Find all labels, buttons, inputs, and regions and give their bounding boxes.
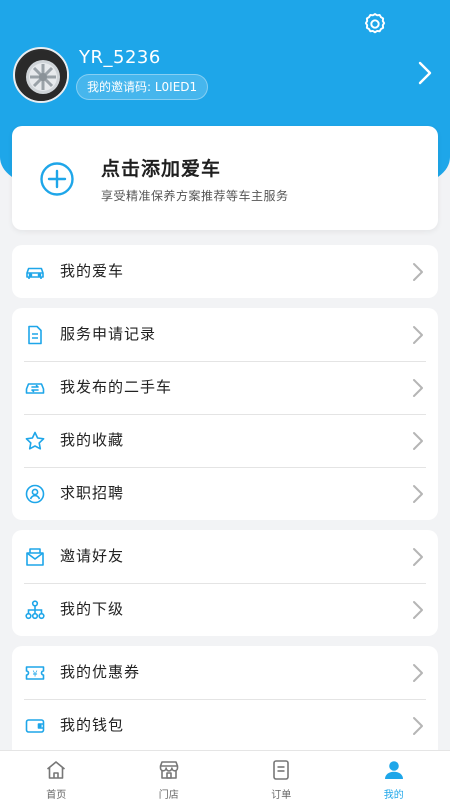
invite-code-badge[interactable]: 我的邀请码: L0IED1 — [76, 74, 209, 100]
menu-group-finance: ¥ 我的优惠券 我的钱包 — [12, 646, 438, 750]
orders-icon — [273, 760, 290, 780]
menu-item-label: 我的钱包 — [60, 716, 125, 734]
username: YR_5236 — [79, 47, 161, 68]
settings-gear-icon[interactable] — [362, 11, 388, 37]
menu-item-invite-friends[interactable]: 邀请好友 — [12, 530, 438, 583]
avatar[interactable] — [13, 47, 69, 103]
menu-item-label: 我发布的二手车 — [60, 378, 173, 396]
menu-item-label: 我的收藏 — [60, 431, 125, 449]
chevron-right-icon — [413, 263, 423, 281]
svg-text:¥: ¥ — [32, 670, 37, 679]
menu-item-coupons[interactable]: ¥ 我的优惠券 — [12, 646, 438, 699]
store-icon — [159, 761, 179, 779]
chevron-right-icon — [413, 379, 423, 397]
tab-label: 首页 — [46, 790, 67, 800]
chevron-right-icon — [413, 548, 423, 566]
menu-item-label: 求职招聘 — [60, 484, 125, 502]
menu-group-car: 我的爱车 — [12, 245, 438, 298]
chevron-right-icon — [413, 326, 423, 344]
used-car-icon — [25, 383, 45, 394]
menu-group-friends: 邀请好友 我的下级 — [12, 530, 438, 636]
menu-item-jobs[interactable]: 求职招聘 — [12, 467, 438, 520]
menu-item-label: 邀请好友 — [60, 547, 125, 565]
menu-item-used-car[interactable]: 我发布的二手车 — [12, 361, 438, 414]
car-icon — [26, 267, 44, 279]
tab-label: 门店 — [158, 790, 179, 800]
mail-icon — [26, 548, 44, 566]
tab-home[interactable]: 首页 — [0, 751, 113, 800]
tab-orders[interactable]: 订单 — [225, 751, 338, 800]
tab-profile[interactable]: 我的 — [338, 751, 450, 800]
chevron-right-icon — [413, 664, 423, 682]
profile-chevron-right-icon[interactable] — [413, 60, 435, 86]
menu-item-label: 我的优惠券 — [60, 663, 141, 681]
menu-item-subordinates[interactable]: 我的下级 — [12, 583, 438, 636]
tab-label: 我的 — [383, 790, 404, 800]
tab-store[interactable]: 门店 — [113, 751, 226, 800]
document-icon — [28, 325, 42, 345]
menu-item-label: 我的爱车 — [60, 262, 125, 280]
chevron-right-icon — [413, 717, 423, 735]
menu-item-label: 服务申请记录 — [60, 325, 157, 343]
bottom-tab-bar: 首页 门店 订单 我的 — [0, 750, 450, 800]
chevron-right-icon — [413, 601, 423, 619]
org-tree-icon — [25, 600, 45, 620]
star-icon — [25, 431, 45, 450]
menu-item-service-records[interactable]: 服务申请记录 — [12, 308, 438, 361]
chevron-right-icon — [413, 432, 423, 450]
add-car-card[interactable]: 点击添加爱车 享受精准保养方案推荐等车主服务 — [12, 126, 438, 230]
menu-item-my-car[interactable]: 我的爱车 — [12, 245, 438, 298]
menu-item-label: 我的下级 — [60, 600, 125, 618]
add-car-subtitle: 享受精准保养方案推荐等车主服务 — [101, 189, 289, 203]
add-circle-icon — [40, 162, 74, 196]
user-badge-icon — [25, 484, 45, 504]
add-car-title: 点击添加爱车 — [101, 158, 222, 180]
wallet-icon — [25, 719, 45, 733]
menu-item-favorites[interactable]: 我的收藏 — [12, 414, 438, 467]
menu-group-services: 服务申请记录 我发布的二手车 我的收藏 求职招聘 — [12, 308, 438, 520]
home-icon — [47, 761, 66, 779]
menu-item-wallet[interactable]: 我的钱包 — [12, 699, 438, 750]
tab-label: 订单 — [271, 790, 292, 800]
chevron-right-icon — [413, 485, 423, 503]
profile-icon — [384, 761, 403, 779]
coupon-icon: ¥ — [25, 666, 45, 680]
